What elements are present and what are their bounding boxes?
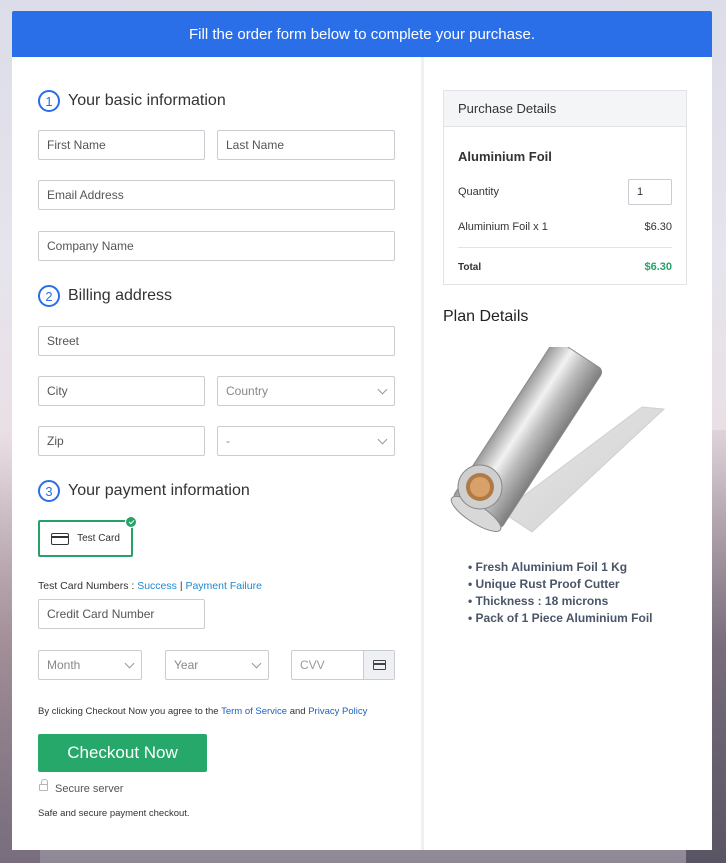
agreement-prefix: By clicking Checkout Now you agree to th… [38, 706, 219, 717]
step-number-2: 2 [38, 285, 60, 307]
section-title-basic: Your basic information [68, 92, 226, 109]
plan-features-list: Fresh Aluminium Foil 1 Kg Unique Rust Pr… [468, 559, 653, 627]
chevron-down-icon [124, 658, 135, 668]
payment-failure-link[interactable]: Payment Failure [185, 580, 261, 592]
state-select[interactable]: - [217, 426, 395, 456]
last-name-placeholder: Last Name [226, 138, 285, 152]
state-placeholder: - [226, 434, 230, 448]
privacy-policy-link[interactable]: Privacy Policy [308, 706, 367, 717]
credit-card-icon [372, 660, 386, 670]
chevron-down-icon [377, 434, 388, 444]
secure-server-text: Secure server [55, 783, 124, 795]
month-placeholder: Month [47, 658, 81, 672]
test-card-label: Test Card [77, 533, 120, 544]
street-placeholder: Street [47, 334, 80, 348]
test-card-numbers: Test Card Numbers : Success | Payment Fa… [38, 580, 262, 592]
company-field[interactable]: Company Name [38, 231, 395, 261]
city-field[interactable]: City [38, 376, 205, 406]
cvv-field[interactable]: CVV [291, 650, 395, 680]
feature-item: Unique Rust Proof Cutter [468, 576, 652, 593]
success-link[interactable]: Success [137, 580, 177, 592]
checkmark-icon [125, 516, 137, 528]
link-separator: | [179, 580, 183, 592]
top-banner: Fill the order form below to complete yo… [12, 11, 712, 57]
order-form-panel: 1 Your basic information First Name Last… [12, 57, 421, 850]
feature-item: Thickness : 18 microns [468, 593, 652, 610]
country-select[interactable]: Country [217, 376, 395, 406]
zip-field[interactable]: Zip [38, 426, 205, 456]
banner-text: Fill the order form below to complete yo… [189, 25, 535, 43]
cvv-placeholder: CVV [300, 658, 325, 672]
agreement-text: By clicking Checkout Now you agree to th… [38, 706, 367, 717]
step-number-3: 3 [38, 480, 60, 502]
lock-icon [39, 779, 48, 791]
first-name-field[interactable]: First Name [38, 130, 205, 160]
feature-item: Pack of 1 Piece Aluminium Foil [468, 610, 653, 627]
city-placeholder: City [47, 384, 68, 398]
terms-of-service-link[interactable]: Term of Service [221, 706, 287, 717]
month-select[interactable]: Month [38, 650, 142, 680]
year-placeholder: Year [174, 658, 199, 672]
quantity-row: Quantity 1 [458, 179, 672, 205]
country-placeholder: Country [226, 384, 269, 398]
total-row: Total $6.30 [458, 261, 672, 273]
line-item-price: $6.30 [644, 221, 672, 233]
quantity-input[interactable]: 1 [628, 179, 672, 205]
card-number-field[interactable]: Credit Card Number [38, 599, 205, 629]
purchase-details-header: Purchase Details [444, 91, 686, 127]
first-name-placeholder: First Name [47, 138, 106, 152]
summary-panel: Purchase Details Aluminium Foil Quantity… [424, 57, 712, 850]
chevron-down-icon [377, 384, 388, 394]
product-name: Aluminium Foil [458, 149, 552, 164]
section-payment: 3 Your payment information [38, 480, 250, 502]
street-field[interactable]: Street [38, 326, 395, 356]
email-field[interactable]: Email Address [38, 180, 395, 210]
aluminium-foil-image [450, 347, 666, 533]
card-number-placeholder: Credit Card Number [47, 607, 155, 621]
total-label: Total [458, 261, 482, 273]
zip-placeholder: Zip [47, 434, 64, 448]
total-value: $6.30 [644, 261, 672, 273]
section-title-payment: Your payment information [68, 482, 250, 499]
section-title-billing: Billing address [68, 287, 173, 304]
test-numbers-label: Test Card Numbers : [38, 580, 135, 592]
line-item-label: Aluminium Foil x 1 [458, 221, 548, 233]
credit-card-icon [51, 532, 70, 545]
cvv-card-button[interactable] [363, 651, 394, 679]
agreement-and: and [289, 706, 306, 717]
secure-checkout-note: Safe and secure payment checkout. [38, 808, 190, 819]
email-placeholder: Email Address [47, 188, 124, 202]
section-billing: 2 Billing address [38, 285, 172, 307]
feature-item: Fresh Aluminium Foil 1 Kg [468, 559, 652, 576]
company-placeholder: Company Name [47, 239, 134, 253]
purchase-details-box: Purchase Details Aluminium Foil Quantity… [443, 90, 687, 285]
test-card-option[interactable]: Test Card [38, 516, 137, 557]
step-number-1: 1 [38, 90, 60, 112]
checkout-now-button[interactable]: Checkout Now [38, 734, 207, 772]
quantity-label: Quantity [458, 186, 499, 198]
section-basic-info: 1 Your basic information [38, 90, 226, 112]
line-item-row: Aluminium Foil x 1 $6.30 [458, 221, 672, 233]
plan-details-title: Plan Details [443, 308, 529, 325]
purchase-divider [458, 247, 672, 248]
chevron-down-icon [251, 658, 262, 668]
last-name-field[interactable]: Last Name [217, 130, 395, 160]
year-select[interactable]: Year [165, 650, 269, 680]
